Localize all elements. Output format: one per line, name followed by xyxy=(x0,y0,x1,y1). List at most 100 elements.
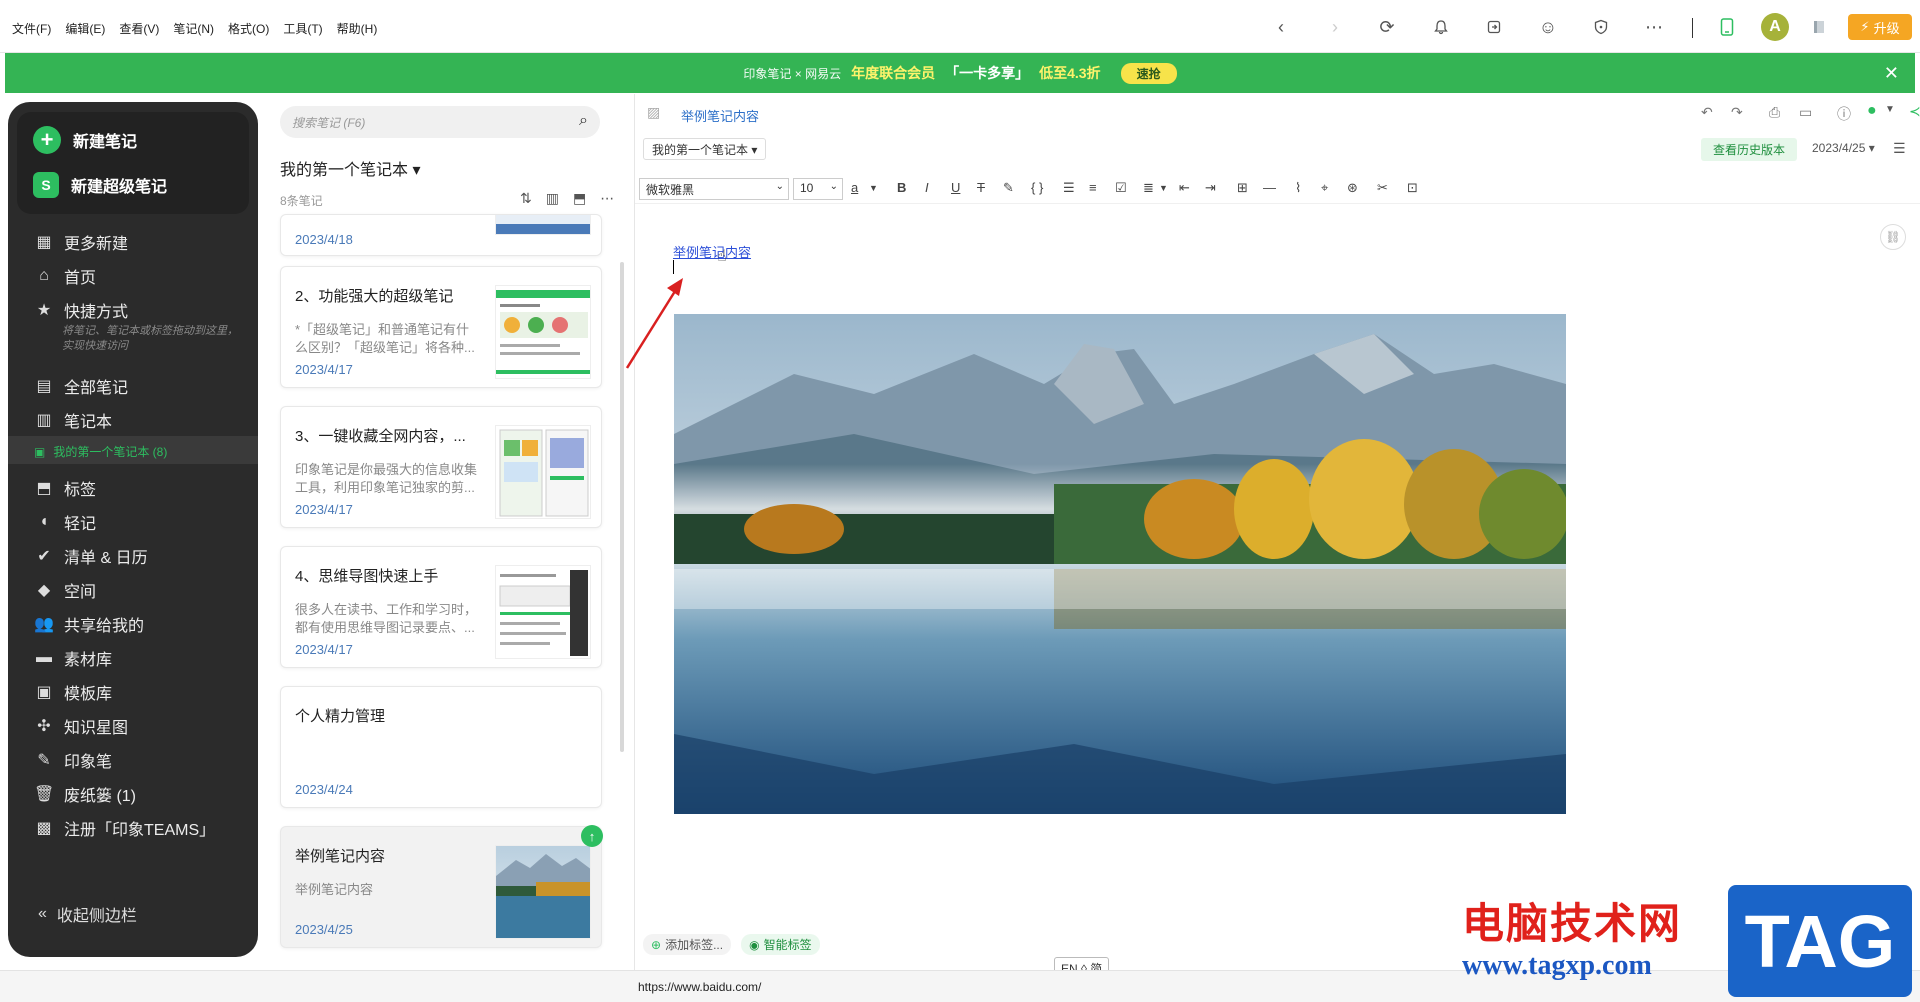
sidebar-item-material-library[interactable]: ▬ 素材库 xyxy=(34,646,112,670)
list-item[interactable]: 4、思维导图快速上手 很多人在读书、工作和学习时，都有使用思维导图记录要点、..… xyxy=(280,546,602,668)
outline-icon[interactable]: ☰ xyxy=(1893,140,1906,157)
search-icon[interactable]: ⌕ xyxy=(579,112,588,130)
shield-icon[interactable] xyxy=(1588,14,1614,40)
list-item[interactable]: 个人精力管理 2023/4/24 xyxy=(280,686,602,808)
notebook-select[interactable]: 我的第一个笔记本 ▾ xyxy=(643,138,767,160)
font-select[interactable]: 微软雅黑 ⌄ xyxy=(639,178,789,200)
list-item-active[interactable]: 举例笔记内容 举例笔记内容 2023/4/25 ↑ xyxy=(280,825,603,948)
smile-icon[interactable]: ☺ xyxy=(1535,14,1561,40)
sidebar-item-spaces[interactable]: ◆ 空间 xyxy=(34,578,96,602)
close-icon[interactable]: ✕ xyxy=(1884,63,1899,84)
sidebar-item-shared[interactable]: 👥 共享给我的 xyxy=(34,612,144,636)
new-super-note-button[interactable]: S 新建超级笔记 xyxy=(33,172,167,198)
highlight-icon[interactable]: ✎ xyxy=(1003,180,1014,196)
undo-icon[interactable]: ↶ xyxy=(1701,104,1713,121)
tag-filter-icon[interactable]: ⬒ xyxy=(573,190,586,207)
sidebar-item-teams[interactable]: ▩ 注册「印象TEAMS」 xyxy=(34,816,215,840)
menu-edit[interactable]: 编辑(E) xyxy=(65,20,105,37)
smart-tag-button[interactable]: ◉ 智能标签 xyxy=(741,934,820,955)
note-link[interactable]: 举例笔记内容 xyxy=(673,242,751,261)
sync-icon[interactable]: ⟳ xyxy=(1374,14,1400,40)
outdent-icon[interactable]: ⇤ xyxy=(1179,180,1190,196)
redo-icon[interactable]: ↷ xyxy=(1731,104,1743,121)
sidebar-item-shortcuts[interactable]: ★ 快捷方式 xyxy=(34,298,128,322)
align-icon[interactable]: ≣ xyxy=(1143,180,1154,196)
sidebar-item-all-notes[interactable]: ▤ 全部笔记 xyxy=(34,374,128,398)
sidebar-item-tasks-calendar[interactable]: ✔ 清单 & 日历 xyxy=(34,544,148,568)
person-icon[interactable]: ● xyxy=(1867,102,1877,120)
sidebar-item-templates[interactable]: ▣ 模板库 xyxy=(34,680,112,704)
promo-button[interactable]: 速抢 xyxy=(1120,62,1177,84)
table-icon[interactable]: ⊞ xyxy=(1237,180,1248,196)
menu-tools[interactable]: 工具(T) xyxy=(283,20,322,37)
bell-icon[interactable] xyxy=(1428,14,1454,40)
sidebar-item-knowledge-graph[interactable]: ✣ 知识星图 xyxy=(34,714,128,738)
scissors-icon[interactable]: ✂ xyxy=(1377,180,1388,196)
search-input[interactable]: 搜索笔记 (F6) ⌕ xyxy=(280,106,600,138)
comment-icon[interactable]: ▭ xyxy=(1799,104,1812,121)
code-icon[interactable]: { } xyxy=(1031,180,1043,195)
share-icon[interactable]: ≺ xyxy=(1909,103,1920,120)
sidebar-item-pen[interactable]: ✎ 印象笔 xyxy=(34,748,112,772)
link-icon[interactable]: ⛓ xyxy=(1880,224,1906,250)
new-note-button[interactable]: + 新建笔记 xyxy=(33,126,137,154)
sidebar-item-active-notebook[interactable]: ▣ 我的第一个笔记本 (8) xyxy=(34,443,167,460)
list-item[interactable]: 2023/4/18 xyxy=(280,214,602,256)
print-icon[interactable]: ⎙ xyxy=(1769,104,1780,121)
chevron-down-icon[interactable]: ▼ xyxy=(1159,183,1168,193)
menu-format[interactable]: 格式(O) xyxy=(228,20,269,37)
note-title-header[interactable]: 举例笔记内容 xyxy=(681,106,759,125)
font-color-icon[interactable]: a xyxy=(851,180,858,195)
list-item[interactable]: 3、一键收藏全网内容，... 印象笔记是你最强大的信息收集工具，利用印象笔记独家… xyxy=(280,406,602,528)
bold-icon[interactable]: B xyxy=(897,180,906,195)
underline-icon[interactable]: U xyxy=(951,180,960,195)
avatar[interactable]: A xyxy=(1761,13,1789,41)
italic-icon[interactable]: I xyxy=(925,180,929,195)
attachment-icon[interactable]: ⌇ xyxy=(1295,180,1301,196)
indent-icon[interactable]: ⇥ xyxy=(1205,180,1216,196)
book-icon[interactable] xyxy=(1806,14,1832,40)
back-icon[interactable]: ‹ xyxy=(1268,14,1294,40)
chevron-down-icon[interactable]: ▼ xyxy=(1885,104,1895,115)
share-out-icon[interactable] xyxy=(1481,14,1507,40)
image-icon[interactable]: ▨ xyxy=(647,104,660,121)
sidebar-item-more-new[interactable]: ▦ 更多新建 xyxy=(34,230,128,254)
menu-view[interactable]: 查看(V) xyxy=(119,20,159,37)
sidebar-item-label: 清单 & 日历 xyxy=(64,550,148,567)
history-button[interactable]: 查看历史版本 xyxy=(1701,138,1798,161)
location-icon[interactable]: ⌖ xyxy=(1321,180,1328,196)
divider-icon[interactable]: — xyxy=(1263,180,1276,195)
sidebar-item-home[interactable]: ⌂ 首页 xyxy=(34,264,96,288)
bullet-list-icon[interactable]: ☰ xyxy=(1063,180,1075,196)
more-circle-icon[interactable]: ⋯ xyxy=(1641,14,1667,40)
strikethrough-icon[interactable]: T xyxy=(977,180,985,195)
sticker-icon[interactable]: ⊛ xyxy=(1347,180,1358,196)
checklist-icon[interactable]: ☑ xyxy=(1115,180,1127,196)
promo-banner[interactable]: 印象笔记 × 网易云 年度联合会员 「一卡多享」 低至4.3折 速抢 ✕ xyxy=(5,53,1915,93)
forward-icon[interactable]: › xyxy=(1322,14,1348,40)
phone-icon[interactable] xyxy=(1714,14,1740,40)
chevron-down-icon[interactable]: ▼ xyxy=(869,183,878,193)
menu-note[interactable]: 笔记(N) xyxy=(173,20,214,37)
sidebar-item-notebooks[interactable]: ▥ 笔记本 xyxy=(34,408,112,432)
sidebar-item-trash[interactable]: 🗑 废纸篓 (1) xyxy=(34,782,136,806)
menu-file[interactable]: 文件(F) xyxy=(12,20,51,37)
note-image[interactable] xyxy=(674,314,1566,814)
new-super-note-label: 新建超级笔记 xyxy=(71,179,168,196)
note-date[interactable]: 2023/4/25 ▾ xyxy=(1812,141,1875,155)
sidebar-item-tags[interactable]: ⬒ 标签 xyxy=(34,476,96,500)
notebook-title[interactable]: 我的第一个笔记本 ▾ xyxy=(280,156,420,180)
info-icon[interactable]: ⓘ xyxy=(1837,104,1851,124)
menu-help[interactable]: 帮助(H) xyxy=(337,20,378,37)
upgrade-button[interactable]: ⚡ 升级 xyxy=(1848,14,1912,40)
sidebar-item-quick-notes[interactable]: ◖ 轻记 xyxy=(34,510,96,534)
sort-icon[interactable]: ⇅ xyxy=(520,190,532,207)
lock-icon[interactable]: ⊡ xyxy=(1407,180,1418,196)
font-size-select[interactable]: 10 ⌄ xyxy=(793,178,843,200)
view-mode-icon[interactable]: ▥ xyxy=(546,190,559,207)
add-tag-button[interactable]: ⊕ 添加标签... xyxy=(643,934,732,955)
numbered-list-icon[interactable]: ≡ xyxy=(1089,180,1097,195)
list-item[interactable]: 2、功能强大的超级笔记 *「超级笔记」和普通笔记有什么区别？「超级笔记」将各种.… xyxy=(280,266,602,388)
more-icon[interactable]: ⋯ xyxy=(600,190,614,207)
collapse-sidebar-button[interactable]: « 收起侧边栏 xyxy=(38,902,137,926)
